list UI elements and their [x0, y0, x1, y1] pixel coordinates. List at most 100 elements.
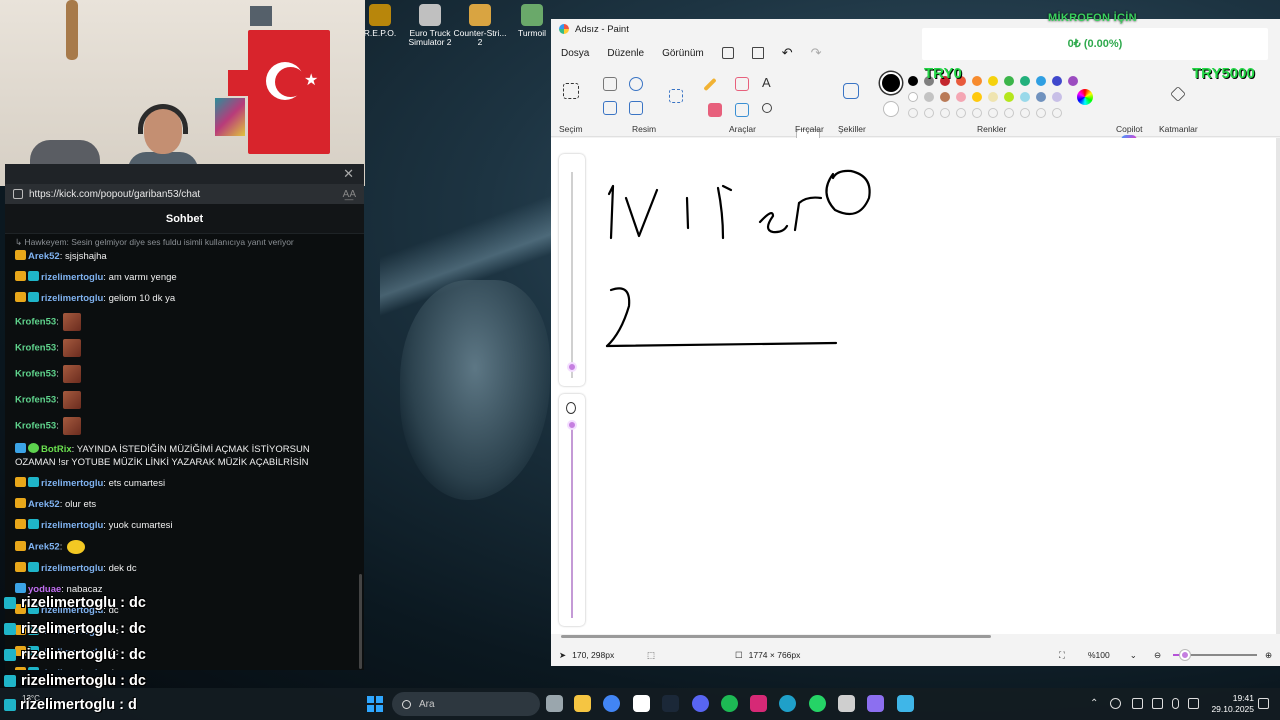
sync-icon[interactable] — [1110, 698, 1121, 709]
emote-icon[interactable] — [63, 339, 82, 357]
crown-badge-icon[interactable] — [15, 477, 26, 487]
edge-icon[interactable] — [779, 695, 796, 712]
url-bar[interactable]: https://kick.com/popout/gariban53/chat A… — [5, 184, 364, 204]
color-picker-icon[interactable] — [735, 103, 749, 117]
paint-app-icon[interactable] — [867, 695, 884, 712]
palette-color[interactable] — [972, 76, 982, 86]
chat-username[interactable]: Krofen53 — [15, 395, 56, 406]
zoom-in-icon[interactable]: ⊕ — [1265, 650, 1272, 661]
custom-color-slot[interactable] — [940, 108, 950, 118]
palette-color[interactable] — [988, 92, 998, 102]
palette-color[interactable] — [972, 92, 982, 102]
custom-color-slot[interactable] — [1052, 108, 1062, 118]
discord-icon[interactable] — [692, 695, 709, 712]
palette-color[interactable] — [1036, 76, 1046, 86]
chat-username[interactable]: Arek52 — [28, 251, 60, 262]
crown-badge-icon[interactable] — [15, 250, 26, 260]
custom-color-slot[interactable] — [972, 108, 982, 118]
sub-badge-icon[interactable] — [28, 271, 39, 281]
microphone-icon[interactable] — [1172, 698, 1179, 709]
emote-icon[interactable] — [63, 365, 82, 383]
verified-badge-icon[interactable] — [28, 443, 39, 453]
crown-badge-icon[interactable] — [15, 540, 26, 551]
emote-icon[interactable] — [63, 417, 82, 435]
network-icon[interactable] — [1152, 698, 1163, 709]
custom-color-slot[interactable] — [1004, 108, 1014, 118]
resize-icon[interactable] — [603, 101, 617, 115]
desktop-icon[interactable]: Counter-Stri... 2 — [452, 4, 508, 47]
palette-color[interactable] — [940, 92, 950, 102]
chat-username[interactable]: Krofen53 — [15, 343, 56, 354]
primary-color[interactable] — [880, 72, 902, 94]
sub-badge-icon[interactable] — [28, 519, 39, 529]
onedrive-icon[interactable] — [1132, 698, 1143, 709]
share-icon[interactable] — [751, 47, 764, 59]
emote-icon[interactable] — [63, 391, 82, 409]
select-rectangle-icon[interactable] — [563, 83, 579, 99]
palette-color[interactable] — [956, 92, 966, 102]
emote-icon[interactable] — [66, 540, 85, 554]
site-info-icon[interactable] — [13, 189, 23, 199]
secondary-color[interactable] — [883, 101, 899, 117]
chat-username[interactable]: rizelimertoglu — [41, 272, 103, 283]
zoom-out-icon[interactable]: ⊖ — [1154, 650, 1161, 661]
chrome-icon[interactable] — [603, 695, 620, 712]
magnifier-icon[interactable] — [762, 103, 772, 113]
store-icon[interactable] — [633, 695, 650, 712]
custom-color-slot[interactable] — [1036, 108, 1046, 118]
chat-username[interactable]: Krofen53 — [15, 421, 56, 432]
pencil-icon[interactable] — [703, 77, 717, 92]
crown-badge-icon[interactable] — [15, 562, 26, 572]
color-wheel-icon[interactable] — [1077, 89, 1093, 105]
sub-badge-icon[interactable] — [28, 477, 39, 487]
palette-color[interactable] — [1052, 92, 1062, 102]
chat-username[interactable]: Arek52 — [28, 542, 60, 553]
flip-icon[interactable] — [629, 101, 643, 115]
clock[interactable]: 19:41 29.10.2025 — [1206, 693, 1254, 715]
sub-badge-icon[interactable] — [28, 562, 39, 572]
crown-badge-icon[interactable] — [15, 498, 26, 508]
crown-badge-icon[interactable] — [15, 271, 26, 281]
notification-icon[interactable] — [1258, 698, 1269, 709]
save-icon[interactable] — [721, 47, 734, 59]
brush-size-slider[interactable] — [559, 154, 585, 386]
crown-badge-icon[interactable] — [15, 519, 26, 529]
bot-badge-icon[interactable] — [15, 443, 26, 453]
zoom-dropdown[interactable]: %100 ⌄ — [1088, 650, 1137, 661]
palette-color[interactable] — [1020, 76, 1030, 86]
whatsapp-icon[interactable] — [809, 695, 826, 712]
undo-icon[interactable]: ↶ — [782, 45, 793, 61]
text-icon[interactable]: A — [762, 75, 776, 90]
palette-color[interactable] — [1068, 76, 1078, 86]
spotify-icon[interactable] — [721, 695, 738, 712]
chat-username[interactable]: Krofen53 — [15, 317, 56, 328]
start-icon[interactable] — [367, 696, 383, 712]
sub-badge-icon[interactable] — [28, 292, 39, 302]
steam-icon[interactable] — [662, 695, 679, 712]
palette-color[interactable] — [1052, 76, 1062, 86]
custom-color-slot[interactable] — [956, 108, 966, 118]
image-search-icon[interactable] — [669, 89, 683, 103]
palette-color[interactable] — [908, 76, 918, 86]
brush-size-knob[interactable] — [567, 362, 577, 372]
chat-username[interactable]: Arek52 — [28, 499, 60, 510]
chat-username[interactable]: rizelimertoglu — [41, 563, 103, 574]
fill-icon[interactable] — [735, 77, 749, 91]
menu-edit[interactable]: Düzenle — [607, 48, 644, 59]
fit-to-window-icon[interactable]: ⛶ — [1059, 650, 1065, 661]
palette-color[interactable] — [1036, 92, 1046, 102]
custom-color-slot[interactable] — [924, 108, 934, 118]
shapes-icon[interactable] — [843, 83, 859, 99]
drawing-canvas[interactable] — [551, 138, 1276, 634]
file-explorer-icon[interactable] — [574, 695, 591, 712]
chat-username[interactable]: rizelimertoglu — [41, 293, 103, 304]
menu-file[interactable]: Dosya — [561, 48, 589, 59]
opacity-knob[interactable] — [567, 420, 577, 430]
rotate-icon[interactable] — [629, 77, 643, 91]
palette-color[interactable] — [1004, 92, 1014, 102]
palette-color[interactable] — [924, 92, 934, 102]
zoom-knob[interactable] — [1180, 650, 1190, 660]
custom-color-slot[interactable] — [988, 108, 998, 118]
horizontal-scrollbar[interactable] — [561, 635, 991, 638]
opacity-slider[interactable] — [559, 394, 585, 626]
